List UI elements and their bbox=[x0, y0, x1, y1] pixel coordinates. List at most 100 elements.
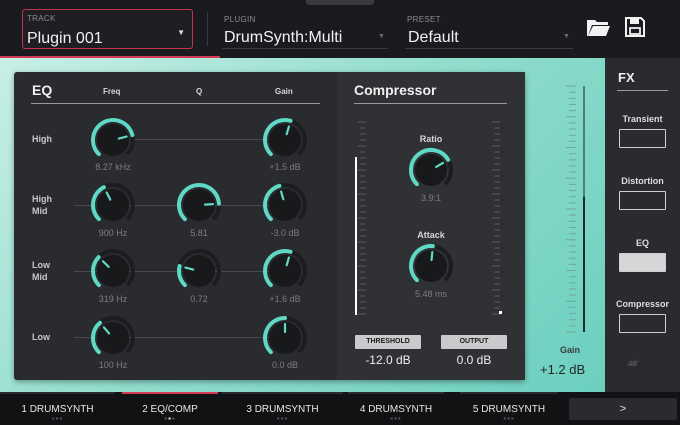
tab-1-drumsynth[interactable]: 1 DRUMSYNTH ▪▪▪ bbox=[0, 392, 115, 425]
fx-slot-eq[interactable] bbox=[619, 253, 666, 272]
row-connector bbox=[133, 139, 273, 140]
track-value: Plugin 001 bbox=[27, 30, 103, 47]
tab-5-drumsynth[interactable]: 5 DRUMSYNTH ▪▪▪ bbox=[460, 392, 558, 425]
next-page-button[interactable]: > bbox=[569, 398, 677, 420]
preset-underline bbox=[405, 48, 573, 49]
low-gain-value: 0.0 dB bbox=[271, 360, 299, 370]
air-logo: air bbox=[628, 358, 638, 368]
tab-dots: ▪▪▪ bbox=[390, 414, 402, 423]
plugin-value: DrumSynth:Multi bbox=[224, 29, 343, 46]
eq-header-underline bbox=[31, 103, 320, 104]
preset-selector[interactable]: PRESET Default ▼ bbox=[405, 13, 573, 49]
tab-2-eq-comp[interactable]: 2 EQ/COMP ▪▪▪ bbox=[122, 392, 218, 425]
eq-section: EQ Freq Q Gain High 8.27 kHz +1.5 dB Hig… bbox=[14, 72, 337, 380]
high-mid-q-value: 5.81 bbox=[190, 228, 208, 238]
ratio-value: 3.9:1 bbox=[420, 193, 442, 203]
fx-sidebar bbox=[605, 58, 680, 392]
compressor-header-underline bbox=[354, 103, 507, 104]
plugin-underline bbox=[222, 48, 388, 49]
column-header-freq: Freq bbox=[103, 87, 121, 96]
gain-slider-scale bbox=[566, 85, 585, 333]
threshold-meter-scale bbox=[358, 121, 366, 315]
output-value: 0.0 dB bbox=[456, 353, 492, 367]
row-label-high: High bbox=[32, 134, 52, 144]
preset-label: PRESET bbox=[407, 15, 441, 24]
chevron-down-icon: ▼ bbox=[563, 33, 570, 40]
fx-slot-compressor[interactable] bbox=[619, 314, 666, 333]
low-mid-q-value: 0.72 bbox=[190, 294, 208, 304]
threshold-meter[interactable] bbox=[355, 120, 369, 315]
high-mid-gain-value: -3.0 dB bbox=[270, 228, 300, 238]
compressor-section: Compressor Ratio 3.9:1 Attack 5.48 ms TH… bbox=[337, 72, 525, 380]
tab-indicator bbox=[348, 392, 444, 394]
row-label-low-mid: Low Mid bbox=[32, 260, 50, 282]
high-mid-q-knob[interactable] bbox=[174, 180, 224, 230]
low-mid-gain-knob[interactable] bbox=[260, 246, 310, 296]
fx-slot-label-compressor: Compressor bbox=[615, 299, 669, 309]
compressor-title: Compressor bbox=[354, 82, 437, 98]
output-pill[interactable]: OUTPUT bbox=[441, 335, 507, 349]
eq-title: EQ bbox=[32, 82, 53, 98]
tab-3-drumsynth[interactable]: 3 DRUMSYNTH ▪▪▪ bbox=[222, 392, 343, 425]
attack-knob[interactable] bbox=[406, 241, 456, 291]
fx-slot-distortion[interactable] bbox=[619, 191, 666, 210]
gain-slider[interactable] bbox=[562, 82, 588, 337]
high-mid-freq-knob[interactable] bbox=[88, 180, 138, 230]
fx-slot-transient[interactable] bbox=[619, 129, 666, 148]
attack-value: 5.48 ms bbox=[414, 289, 447, 299]
low-gain-knob[interactable] bbox=[260, 313, 310, 363]
fx-title-underline bbox=[617, 90, 668, 91]
high-gain-knob[interactable] bbox=[260, 115, 310, 165]
tab-indicator bbox=[222, 392, 343, 394]
fx-title: FX bbox=[618, 70, 635, 85]
column-header-gain: Gain bbox=[275, 87, 293, 96]
fx-slot-label-eq: EQ bbox=[635, 238, 649, 248]
row-label-high-mid: High Mid bbox=[32, 194, 52, 216]
chevron-down-icon: ▼ bbox=[177, 28, 185, 37]
threshold-value: -12.0 dB bbox=[365, 353, 411, 367]
plugin-selector[interactable]: PLUGIN DrumSynth:Multi ▼ bbox=[222, 13, 388, 49]
high-freq-knob[interactable] bbox=[88, 115, 138, 165]
output-meter-scale bbox=[492, 121, 500, 315]
row-label-low: Low bbox=[32, 332, 50, 342]
low-mid-q-knob[interactable] bbox=[174, 246, 224, 296]
ratio-knob[interactable] bbox=[406, 145, 456, 195]
high-gain-value: +1.5 dB bbox=[269, 162, 301, 172]
high-mid-gain-knob[interactable] bbox=[260, 180, 310, 230]
tab-4-drumsynth[interactable]: 4 DRUMSYNTH ▪▪▪ bbox=[348, 392, 444, 425]
track-selector[interactable]: TRACK Plugin 001 ▼ bbox=[22, 9, 193, 49]
tab-indicator-active bbox=[122, 392, 218, 394]
preset-value: Default bbox=[408, 29, 459, 46]
tab-dots: ▪▪▪ bbox=[503, 414, 515, 423]
tab-dots: ▪▪▪ bbox=[276, 414, 289, 423]
output-meter[interactable] bbox=[489, 120, 503, 315]
tab-dots: ▪▪▪ bbox=[51, 414, 64, 423]
gain-value: +1.2 dB bbox=[540, 362, 586, 377]
ratio-label: Ratio bbox=[419, 134, 443, 144]
low-freq-value: 100 Hz bbox=[98, 360, 128, 370]
low-freq-knob[interactable] bbox=[88, 313, 138, 363]
divider bbox=[207, 12, 208, 46]
plugin-label: PLUGIN bbox=[224, 15, 256, 24]
tab-dots: ▪▪▪ bbox=[164, 414, 176, 423]
tab-indicator bbox=[0, 392, 115, 394]
fx-slot-label-transient: Transient bbox=[622, 114, 663, 124]
low-mid-freq-knob[interactable] bbox=[88, 246, 138, 296]
chevron-down-icon: ▼ bbox=[378, 33, 385, 40]
fx-slot-label-distortion: Distortion bbox=[621, 176, 664, 186]
high-mid-freq-value: 900 Hz bbox=[98, 228, 128, 238]
drag-handle[interactable] bbox=[306, 0, 374, 5]
output-level-indicator bbox=[499, 311, 502, 314]
folder-icon[interactable] bbox=[585, 14, 611, 40]
high-freq-value: 8.27 kHz bbox=[95, 162, 131, 172]
low-mid-gain-value: +1.6 dB bbox=[269, 294, 301, 304]
track-label: TRACK bbox=[27, 14, 56, 23]
attack-label: Attack bbox=[417, 230, 445, 240]
threshold-level-bar bbox=[355, 157, 357, 315]
threshold-pill[interactable]: THRESHOLD bbox=[355, 335, 421, 349]
tab-indicator bbox=[460, 392, 558, 394]
save-icon[interactable] bbox=[622, 14, 648, 40]
column-header-q: Q bbox=[196, 87, 203, 96]
low-mid-freq-value: 319 Hz bbox=[98, 294, 128, 304]
gain-label: Gain bbox=[560, 345, 581, 355]
